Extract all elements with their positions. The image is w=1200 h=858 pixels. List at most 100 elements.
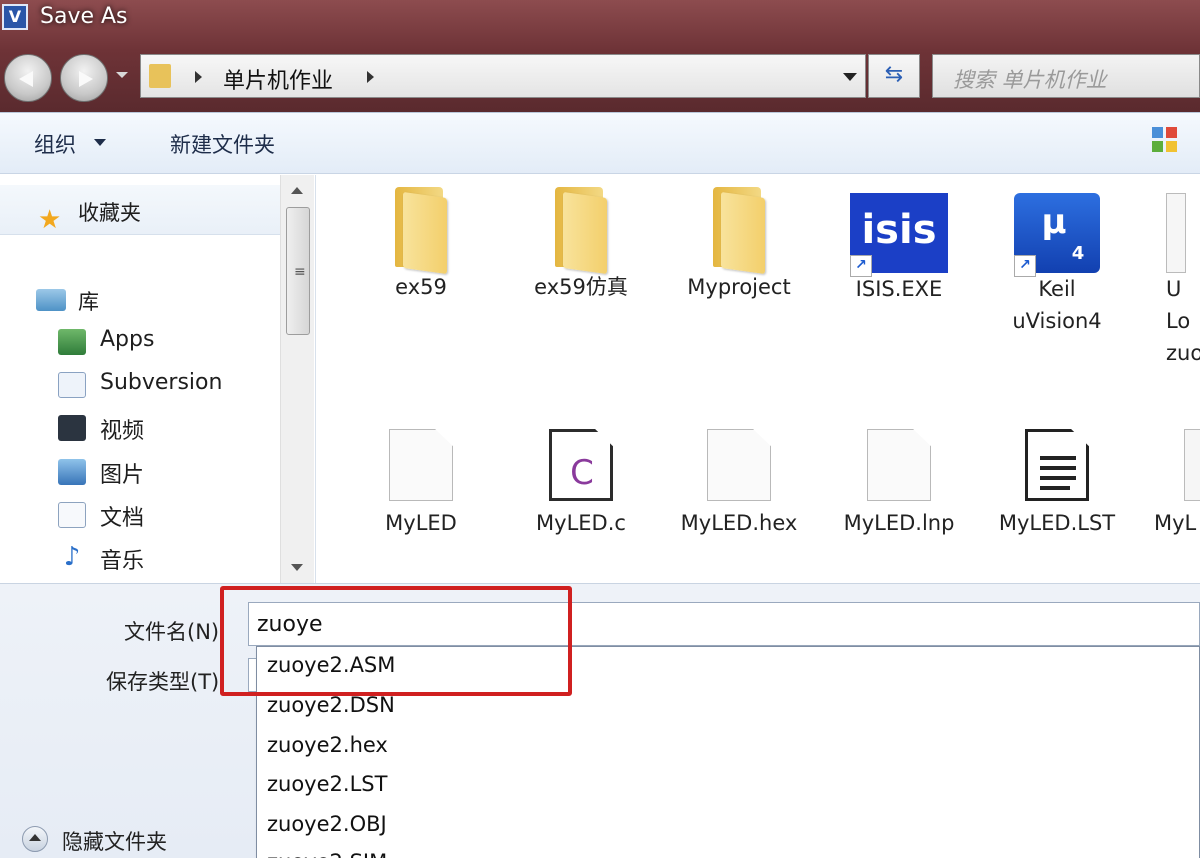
svg-text:isis: isis — [861, 207, 936, 253]
scrollbar-thumb[interactable]: ≡ — [286, 207, 310, 335]
filename-label: 文件名(N): — [124, 620, 227, 644]
nav-scrollbar[interactable]: ≡ — [280, 175, 314, 583]
save-form: 文件名(N): 保存类型(T): zuoye2.ASM zuoye2.DSN z… — [0, 583, 1200, 858]
suggestion-item[interactable]: zuoye2.LST — [267, 772, 387, 796]
filetype-label: 保存类型(T): — [106, 670, 227, 694]
suggestion-item[interactable]: zuoye2.DSN — [267, 693, 395, 717]
favorites-label: 收藏夹 — [78, 201, 141, 225]
file-item-myled-hex[interactable]: MyLED.hex — [664, 429, 814, 539]
file-label: U — [1166, 277, 1182, 301]
nav-item-label: 文档 — [100, 506, 145, 531]
file-item-ex59[interactable]: ex59 — [346, 175, 496, 303]
file-item-myled[interactable]: MyLED — [346, 429, 496, 539]
favorites-row[interactable]: ★ 收藏夹 — [0, 185, 280, 235]
file-icon — [1166, 193, 1186, 273]
scroll-up-icon[interactable] — [291, 187, 303, 194]
video-library-icon — [58, 415, 86, 441]
folder-icon — [391, 187, 451, 275]
nav-item-music[interactable]: ♪ 音乐 — [58, 541, 288, 577]
blank-file-icon — [867, 429, 931, 501]
nav-item-pictures[interactable]: 图片 — [58, 455, 288, 491]
suggestion-item[interactable]: zuoye2.OBJ — [267, 812, 387, 836]
window-frame: V Save As 单片机作业 ⇆ 搜索 单片机作业 — [0, 0, 1200, 112]
nav-item-videos[interactable]: 视频 — [58, 411, 288, 447]
recent-locations-dropdown[interactable] — [116, 72, 128, 78]
file-label: ISIS.EXE — [855, 277, 943, 301]
documents-library-icon — [58, 502, 86, 528]
chevron-right-icon[interactable] — [195, 71, 202, 83]
text-file-icon — [1025, 429, 1089, 501]
libraries-icon — [36, 289, 66, 311]
suggestion-item[interactable]: zuoye2.hex — [267, 733, 388, 757]
star-icon: ★ — [38, 205, 62, 235]
change-view-icon[interactable] — [1152, 127, 1182, 157]
file-item-myled-lst[interactable]: MyLED.LST — [982, 429, 1132, 539]
scroll-down-icon[interactable] — [291, 564, 303, 571]
folder-icon — [551, 187, 611, 275]
file-label: MyLED.hex — [680, 511, 798, 535]
file-label: Keil uVision4 — [1012, 277, 1102, 333]
isis-icon: isis ↗ — [850, 193, 948, 277]
search-placeholder: 搜索 单片机作业 — [953, 68, 1107, 92]
search-box[interactable]: 搜索 单片机作业 — [932, 54, 1200, 98]
nav-item-documents[interactable]: 文档 — [58, 498, 288, 534]
file-item-keil[interactable]: μ 4 ↗ Keil uVision4 — [982, 175, 1132, 337]
nav-item-label: 音乐 — [100, 549, 145, 574]
file-list: ex59 ex59仿真 Myproject isis ↗ ISIS.EXE μ … — [318, 175, 1200, 583]
nav-item-label: Apps — [100, 327, 155, 352]
chevron-down-icon[interactable] — [94, 139, 106, 146]
folder-icon — [709, 187, 769, 275]
file-item-isis[interactable]: isis ↗ ISIS.EXE — [824, 175, 974, 305]
file-item-partial-2[interactable]: MyL — [1154, 429, 1200, 539]
file-label: ex59仿真 — [534, 275, 628, 299]
file-label: zuo — [1166, 341, 1200, 365]
uvision-icon: μ 4 ↗ — [1014, 193, 1100, 277]
chevron-right-icon[interactable] — [367, 71, 374, 83]
navigation-pane: ★ 收藏夹 库 Apps Subversion 视频 图片 文档 ♪ 音乐 — [0, 175, 316, 583]
refresh-button[interactable]: ⇆ — [868, 54, 920, 98]
file-label: MyLED.LST — [998, 511, 1116, 535]
window-title: Save As — [40, 4, 128, 29]
file-label: Lo — [1166, 309, 1191, 333]
apps-library-icon — [58, 329, 86, 355]
organize-button[interactable]: 组织 — [34, 129, 76, 159]
file-label: Myproject — [687, 275, 791, 299]
nav-item-subversion[interactable]: Subversion — [58, 368, 288, 404]
file-label: MyLED.c — [536, 511, 626, 535]
file-item-myled-lnp[interactable]: MyLED.lnp — [824, 429, 974, 539]
forward-button[interactable] — [60, 54, 108, 102]
nav-item-label: 图片 — [100, 463, 145, 488]
address-bar[interactable]: 单片机作业 — [140, 54, 866, 98]
nav-item-label: 视频 — [100, 419, 145, 444]
pictures-library-icon — [58, 459, 86, 485]
back-button[interactable] — [4, 54, 52, 102]
subversion-library-icon — [58, 372, 86, 398]
breadcrumb-current[interactable]: 单片机作业 — [223, 63, 333, 95]
file-item-myproject[interactable]: Myproject — [664, 175, 814, 303]
file-label: MyLED — [385, 511, 457, 535]
nav-item-apps[interactable]: Apps — [58, 325, 288, 361]
address-dropdown-icon[interactable] — [843, 73, 857, 81]
file-item-myled-c[interactable]: C MyLED.c — [506, 429, 656, 539]
highlight-annotation-box — [220, 586, 572, 696]
suggestion-item[interactable]: zuoye2.SIM — [267, 850, 387, 858]
app-icon: V — [2, 4, 28, 30]
folder-icon — [149, 64, 171, 88]
nav-item-label: Subversion — [100, 370, 223, 395]
svg-text:C: C — [570, 453, 594, 493]
blank-file-icon — [707, 429, 771, 501]
libraries-label[interactable]: 库 — [78, 286, 99, 316]
file-label: MyL — [1154, 511, 1197, 535]
new-folder-button[interactable]: 新建文件夹 — [170, 129, 275, 159]
file-icon — [1184, 429, 1200, 501]
c-file-icon: C — [549, 429, 613, 501]
shortcut-arrow-icon: ↗ — [1014, 255, 1036, 277]
command-bar: 组织 新建文件夹 — [0, 112, 1200, 174]
file-item-partial[interactable]: U Lo zuo — [1166, 193, 1200, 369]
svg-text:μ: μ — [1041, 202, 1066, 242]
file-label: ex59 — [395, 275, 447, 299]
hide-folders-icon[interactable] — [22, 826, 48, 852]
music-library-icon: ♪ — [63, 542, 81, 572]
file-item-ex59-sim[interactable]: ex59仿真 — [506, 175, 656, 303]
hide-folders-button[interactable]: 隐藏文件夹 — [62, 826, 167, 856]
